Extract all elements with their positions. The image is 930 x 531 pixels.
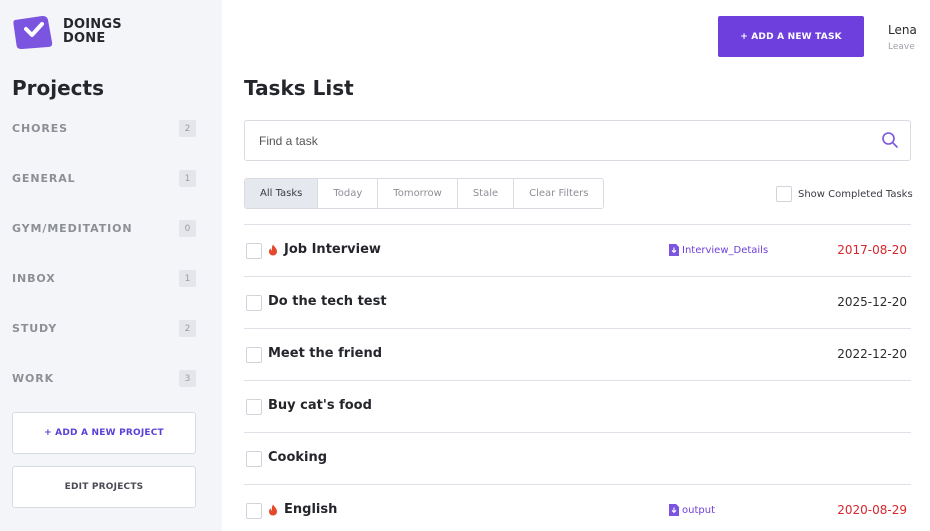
filter-tabs: All Tasks Today Tomorrow Stale Clear Fil… bbox=[244, 178, 605, 209]
project-count-badge: 1 bbox=[179, 170, 196, 187]
user-name: Lena bbox=[888, 23, 917, 37]
task-date: 2017-08-20 bbox=[837, 243, 907, 257]
fire-icon bbox=[269, 244, 277, 255]
project-list: CHORES 2 GENERAL 1 GYM/MEDITATION 0 INBO… bbox=[12, 104, 196, 404]
app-logo[interactable]: DOINGS DONE bbox=[12, 14, 132, 50]
search-bar bbox=[244, 120, 911, 161]
table-row: Job Interview Interview_Details 2017-08-… bbox=[244, 225, 911, 277]
task-checkbox[interactable] bbox=[246, 451, 262, 467]
project-name: CHORES bbox=[12, 122, 68, 135]
task-title[interactable]: Job Interview bbox=[268, 242, 381, 257]
fire-icon bbox=[269, 504, 277, 515]
task-title[interactable]: Cooking bbox=[268, 450, 327, 465]
leave-link[interactable]: Leave bbox=[888, 42, 915, 52]
sidebar-item-chores[interactable]: CHORES 2 bbox=[12, 104, 196, 154]
table-row: Cooking bbox=[244, 433, 911, 485]
project-name: GYM/MEDITATION bbox=[12, 222, 133, 235]
sidebar-item-gym-meditation[interactable]: GYM/MEDITATION 0 bbox=[12, 204, 196, 254]
table-row: Meet the friend 2022-12-20 bbox=[244, 329, 911, 381]
task-file-link[interactable]: Interview_Details bbox=[669, 244, 768, 256]
task-date: 2025-12-20 bbox=[837, 295, 907, 309]
add-task-button[interactable]: + ADD A NEW TASK bbox=[718, 16, 864, 57]
task-title-text: Meet the friend bbox=[268, 346, 383, 361]
task-title-text: Cooking bbox=[268, 450, 328, 465]
task-title[interactable]: Meet the friend bbox=[268, 346, 382, 361]
project-name: INBOX bbox=[12, 272, 56, 285]
show-completed-label: Show Completed Tasks bbox=[798, 188, 913, 200]
tab-stale[interactable]: Stale bbox=[456, 179, 514, 208]
project-name: WORK bbox=[12, 372, 55, 385]
show-completed-checkbox[interactable] bbox=[776, 186, 792, 202]
sidebar: DOINGS DONE Projects CHORES 2 GENERAL 1 … bbox=[0, 0, 222, 531]
tab-today[interactable]: Today bbox=[317, 179, 378, 208]
file-download-icon bbox=[669, 244, 679, 256]
project-count-badge: 2 bbox=[179, 320, 196, 337]
task-checkbox[interactable] bbox=[246, 295, 262, 311]
logo-text: DOINGS DONE bbox=[63, 18, 122, 46]
sidebar-item-general[interactable]: GENERAL 1 bbox=[12, 154, 196, 204]
task-date: 2022-12-20 bbox=[837, 347, 907, 361]
search-icon[interactable] bbox=[881, 131, 899, 149]
edit-projects-button[interactable]: EDIT PROJECTS bbox=[12, 466, 196, 508]
project-count-badge: 0 bbox=[179, 220, 196, 237]
table-row: Do the tech test 2025-12-20 bbox=[244, 277, 911, 329]
project-count-badge: 2 bbox=[179, 120, 196, 137]
table-row: English output 2020-08-29 bbox=[244, 485, 911, 531]
show-completed-toggle[interactable]: Show Completed Tasks bbox=[776, 186, 913, 202]
task-checkbox[interactable] bbox=[246, 347, 262, 363]
file-download-icon bbox=[669, 504, 679, 516]
task-checkbox[interactable] bbox=[246, 503, 262, 519]
project-name: GENERAL bbox=[12, 172, 76, 185]
project-count-badge: 1 bbox=[179, 270, 196, 287]
task-title[interactable]: Buy cat's food bbox=[268, 398, 372, 413]
page-title: Tasks List bbox=[244, 76, 354, 100]
task-list: Job Interview Interview_Details 2017-08-… bbox=[244, 224, 911, 531]
task-title-text: Do the tech test bbox=[268, 294, 387, 309]
tab-tomorrow[interactable]: Tomorrow bbox=[377, 179, 457, 208]
project-count-badge: 3 bbox=[179, 370, 196, 387]
tab-clear-filters[interactable]: Clear Filters bbox=[513, 179, 604, 208]
task-file-name: output bbox=[682, 504, 715, 516]
task-file-link[interactable]: output bbox=[669, 504, 715, 516]
task-checkbox[interactable] bbox=[246, 399, 262, 415]
project-name: STUDY bbox=[12, 322, 58, 335]
task-title-text: Buy cat's food bbox=[268, 398, 372, 413]
table-row: Buy cat's food bbox=[244, 381, 911, 433]
task-date: 2020-08-29 bbox=[837, 503, 907, 517]
logo-line-2: DONE bbox=[63, 31, 106, 46]
task-checkbox[interactable] bbox=[246, 243, 262, 259]
add-project-button[interactable]: + ADD A NEW PROJECT bbox=[12, 412, 196, 454]
task-title-text: Job Interview bbox=[284, 242, 381, 257]
task-title[interactable]: English bbox=[268, 502, 337, 517]
sidebar-item-inbox[interactable]: INBOX 1 bbox=[12, 254, 196, 304]
tab-all-tasks[interactable]: All Tasks bbox=[245, 179, 318, 208]
search-input[interactable] bbox=[246, 122, 866, 159]
projects-title: Projects bbox=[12, 76, 105, 100]
logo-line-1: DOINGS bbox=[63, 17, 122, 32]
logo-icon bbox=[13, 15, 53, 50]
task-title-text: English bbox=[284, 502, 338, 517]
sidebar-item-work[interactable]: WORK 3 bbox=[12, 354, 196, 404]
task-title[interactable]: Do the tech test bbox=[268, 294, 387, 309]
task-file-name: Interview_Details bbox=[682, 244, 769, 256]
sidebar-item-study[interactable]: STUDY 2 bbox=[12, 304, 196, 354]
